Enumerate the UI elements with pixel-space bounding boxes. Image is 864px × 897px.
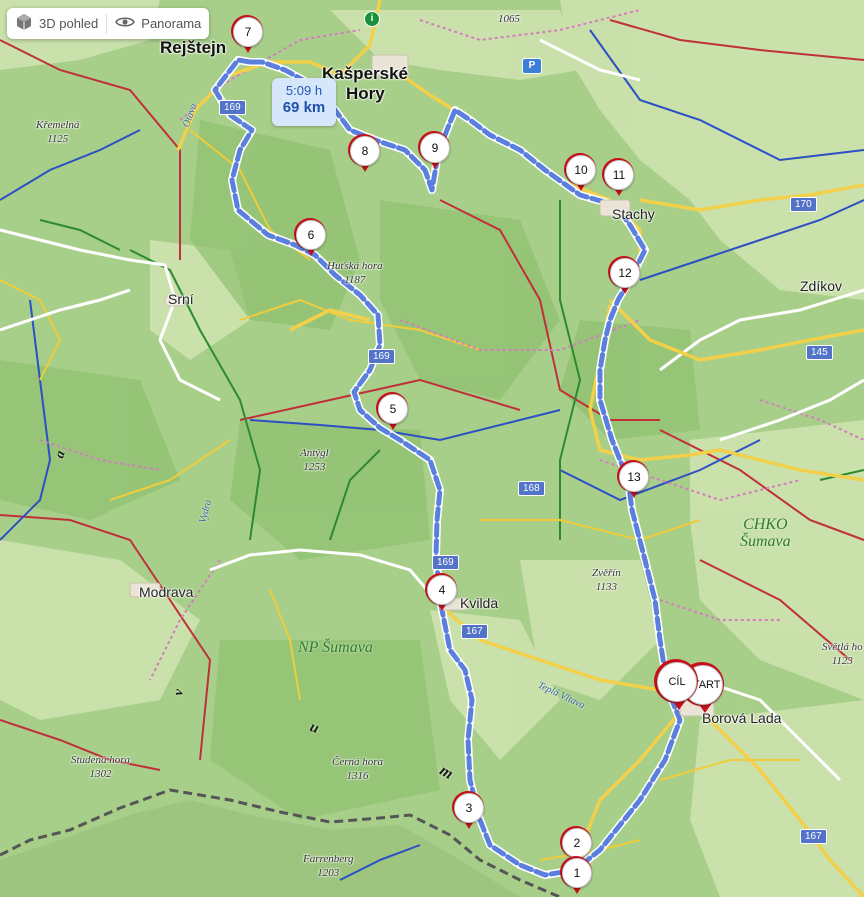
route-distance: 69 km [282, 99, 326, 116]
town-label-rejstejn: Rejštejn [160, 38, 227, 57]
parking-icon[interactable]: P [522, 58, 542, 74]
waypoint-pin-4[interactable]: 4 [425, 573, 457, 613]
3d-view-label: 3D pohled [39, 16, 99, 31]
road-badge-168: 168 [518, 481, 545, 496]
town-label-srni: Srní [168, 291, 194, 307]
eye-icon [115, 15, 141, 32]
town-label-stachy: Stachy [612, 206, 655, 222]
waypoint-pin-12[interactable]: 12 [608, 256, 640, 296]
waypoint-pin-9[interactable]: 9 [418, 131, 450, 171]
map-view-toolbar: 3D pohled Panorama [7, 8, 210, 39]
road-badge-169: 169 [432, 555, 459, 570]
waypoint-pin-5[interactable]: 5 [376, 392, 408, 432]
route-duration: 5:09 h [285, 83, 323, 98]
waypoint-pin-8[interactable]: 8 [348, 134, 380, 174]
waypoint-pin-3[interactable]: 3 [452, 791, 484, 831]
peak-farrenberg: Farrenberg 1203 [303, 853, 354, 879]
3d-view-button[interactable]: 3D pohled [7, 8, 106, 39]
road-badge-169: 169 [368, 349, 395, 364]
peak-hutska-hora: Huťská hora 1187 [327, 260, 383, 286]
town-label-modrava: Modrava [139, 584, 194, 600]
town-label-kasperske-hory-line2: Hory [346, 84, 385, 103]
town-label-kvilda: Kvilda [460, 595, 499, 611]
waypoint-pin-6[interactable]: 6 [294, 218, 326, 258]
finish-pin[interactable]: CÍL [654, 659, 698, 710]
road-badge-169: 169 [219, 100, 246, 115]
road-badge-145: 145 [806, 345, 833, 360]
waypoint-pin-7[interactable]: 7 [231, 15, 263, 55]
town-label-zdikov: Zdíkov [800, 278, 843, 294]
peak-studena-hora: Studená hora 1302 [71, 754, 130, 780]
peak-zverin: Zvěřín 1133 [592, 567, 621, 593]
road-badge-170: 170 [790, 197, 817, 212]
waypoint-pin-10[interactable]: 10 [564, 153, 596, 193]
area-np-sumava: NP Šumava [298, 639, 373, 656]
panorama-button[interactable]: Panorama [107, 8, 209, 39]
info-icon[interactable]: i [364, 11, 380, 27]
peak-antygl: Antýgl 1253 [300, 447, 329, 473]
waypoint-pin-1[interactable]: 1 [560, 856, 592, 896]
peak-kremelna: Křemelná 1125 [36, 119, 80, 145]
route-summary-bubble[interactable]: 5:09 h 69 km [272, 78, 336, 126]
cube-icon [15, 13, 39, 34]
peak-svetla-hora: Světlá ho 1123 [822, 641, 863, 667]
road-badge-167: 167 [461, 624, 488, 639]
waypoint-pin-13[interactable]: 13 [617, 460, 649, 500]
waypoint-pin-11[interactable]: 11 [602, 158, 634, 198]
panorama-label: Panorama [141, 16, 202, 31]
peak-1065: 1065 [498, 13, 520, 25]
road-badge-167: 167 [800, 829, 827, 844]
peak-cerna-hora: Černá hora 1316 [332, 756, 384, 782]
area-chko-sumava: CHKO Šumava [740, 516, 791, 550]
